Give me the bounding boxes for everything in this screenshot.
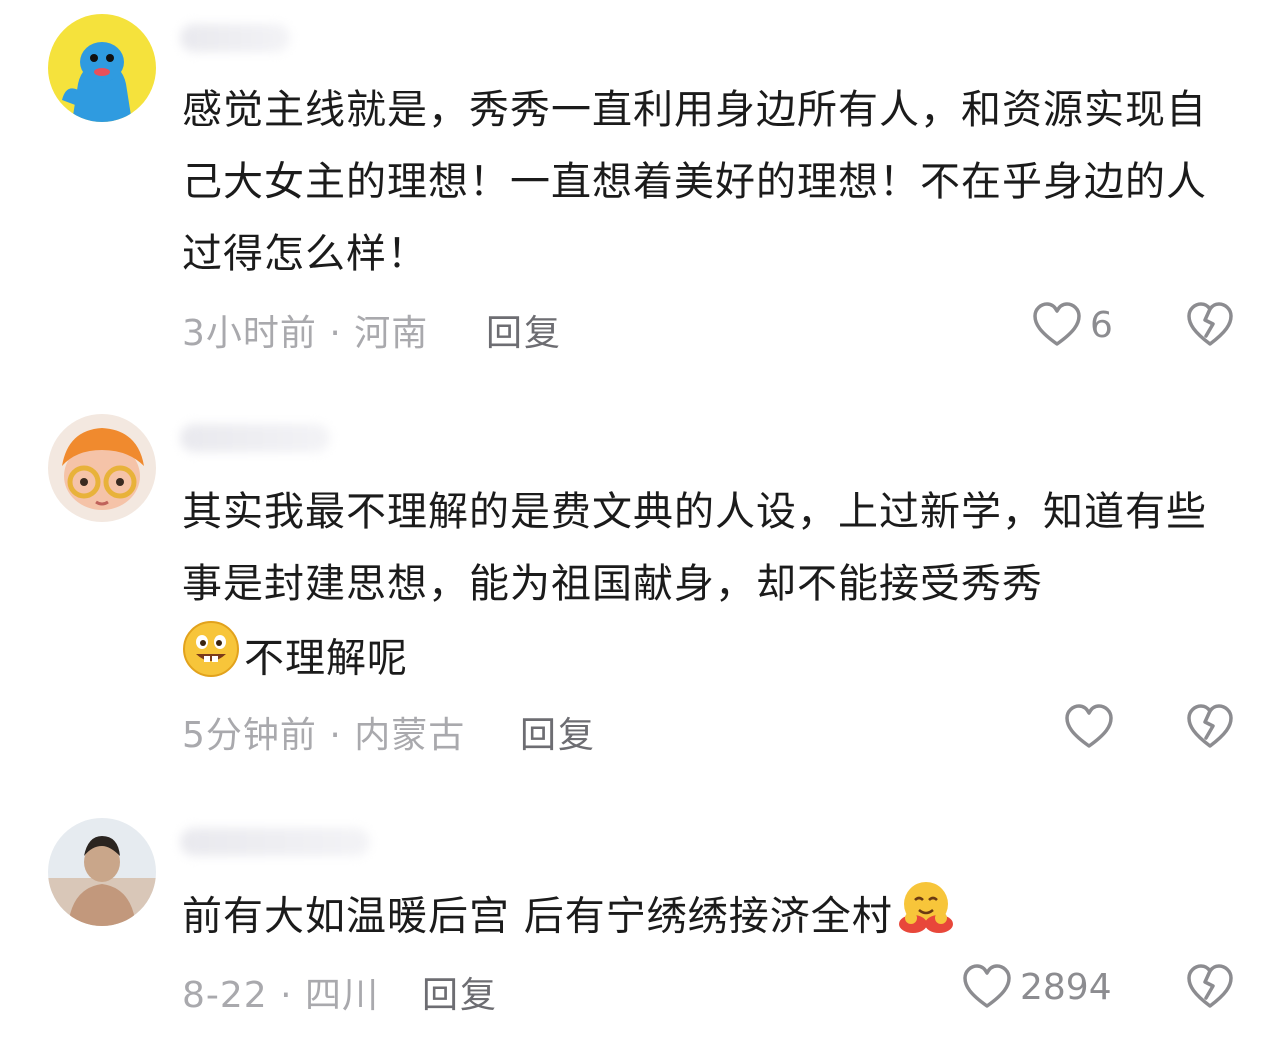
avatar[interactable] bbox=[48, 818, 156, 926]
dislike-button[interactable] bbox=[1186, 964, 1234, 1014]
avatar-image bbox=[48, 818, 156, 926]
username-blurred[interactable] bbox=[180, 24, 290, 52]
comment-text-main: 其实我最不理解的是费文典的人设，上过新学，知道有些事是封建思想，能为祖国献身，却… bbox=[182, 489, 1207, 607]
like-button[interactable]: 2894 bbox=[962, 964, 1112, 1010]
broken-heart-icon bbox=[1187, 302, 1233, 346]
like-button[interactable]: 6 bbox=[1032, 302, 1113, 348]
comment-text-main: 前有大如温暖后宫 后有宁绣绣接济全村 bbox=[182, 893, 893, 940]
heart-outline-icon bbox=[1033, 302, 1081, 346]
broken-heart-icon bbox=[1187, 964, 1233, 1008]
avatar-image bbox=[48, 14, 156, 122]
avatar[interactable] bbox=[48, 14, 156, 122]
reply-button[interactable]: 回复 bbox=[422, 966, 498, 1018]
like-count: 6 bbox=[1090, 304, 1113, 346]
comment-text: 前有大如温暖后宫 后有宁绣绣接济全村 bbox=[182, 878, 1212, 959]
comment-time-location: 5分钟前 · 内蒙古 bbox=[182, 715, 466, 756]
hugging-face-emoji bbox=[897, 878, 955, 959]
like-button[interactable] bbox=[1064, 704, 1122, 750]
heart-outline-icon bbox=[963, 964, 1011, 1008]
dislike-button[interactable] bbox=[1186, 302, 1234, 352]
comment-time-location: 8-22 · 四川 bbox=[182, 975, 380, 1016]
username-blurred[interactable] bbox=[180, 828, 370, 856]
comment-text: 其实我最不理解的是费文典的人设，上过新学，知道有些事是封建思想，能为祖国献身，却… bbox=[182, 476, 1212, 701]
comment-text-tail: 不理解呢 bbox=[244, 635, 408, 682]
username-blurred[interactable] bbox=[180, 424, 330, 452]
reply-button[interactable]: 回复 bbox=[520, 706, 596, 758]
comment-time-location: 3小时前 · 河南 bbox=[182, 313, 429, 354]
grinning-face-emoji bbox=[182, 620, 240, 701]
heart-outline-icon bbox=[1065, 704, 1113, 748]
avatar-image bbox=[48, 414, 156, 522]
reply-button[interactable]: 回复 bbox=[486, 304, 562, 356]
avatar[interactable] bbox=[48, 414, 156, 522]
like-count: 2894 bbox=[1020, 966, 1112, 1008]
dislike-button[interactable] bbox=[1186, 704, 1234, 754]
broken-heart-icon bbox=[1187, 704, 1233, 748]
comment-text: 感觉主线就是，秀秀一直利用身边所有人，和资源实现自己大女主的理想！一直想着美好的… bbox=[182, 87, 1207, 277]
